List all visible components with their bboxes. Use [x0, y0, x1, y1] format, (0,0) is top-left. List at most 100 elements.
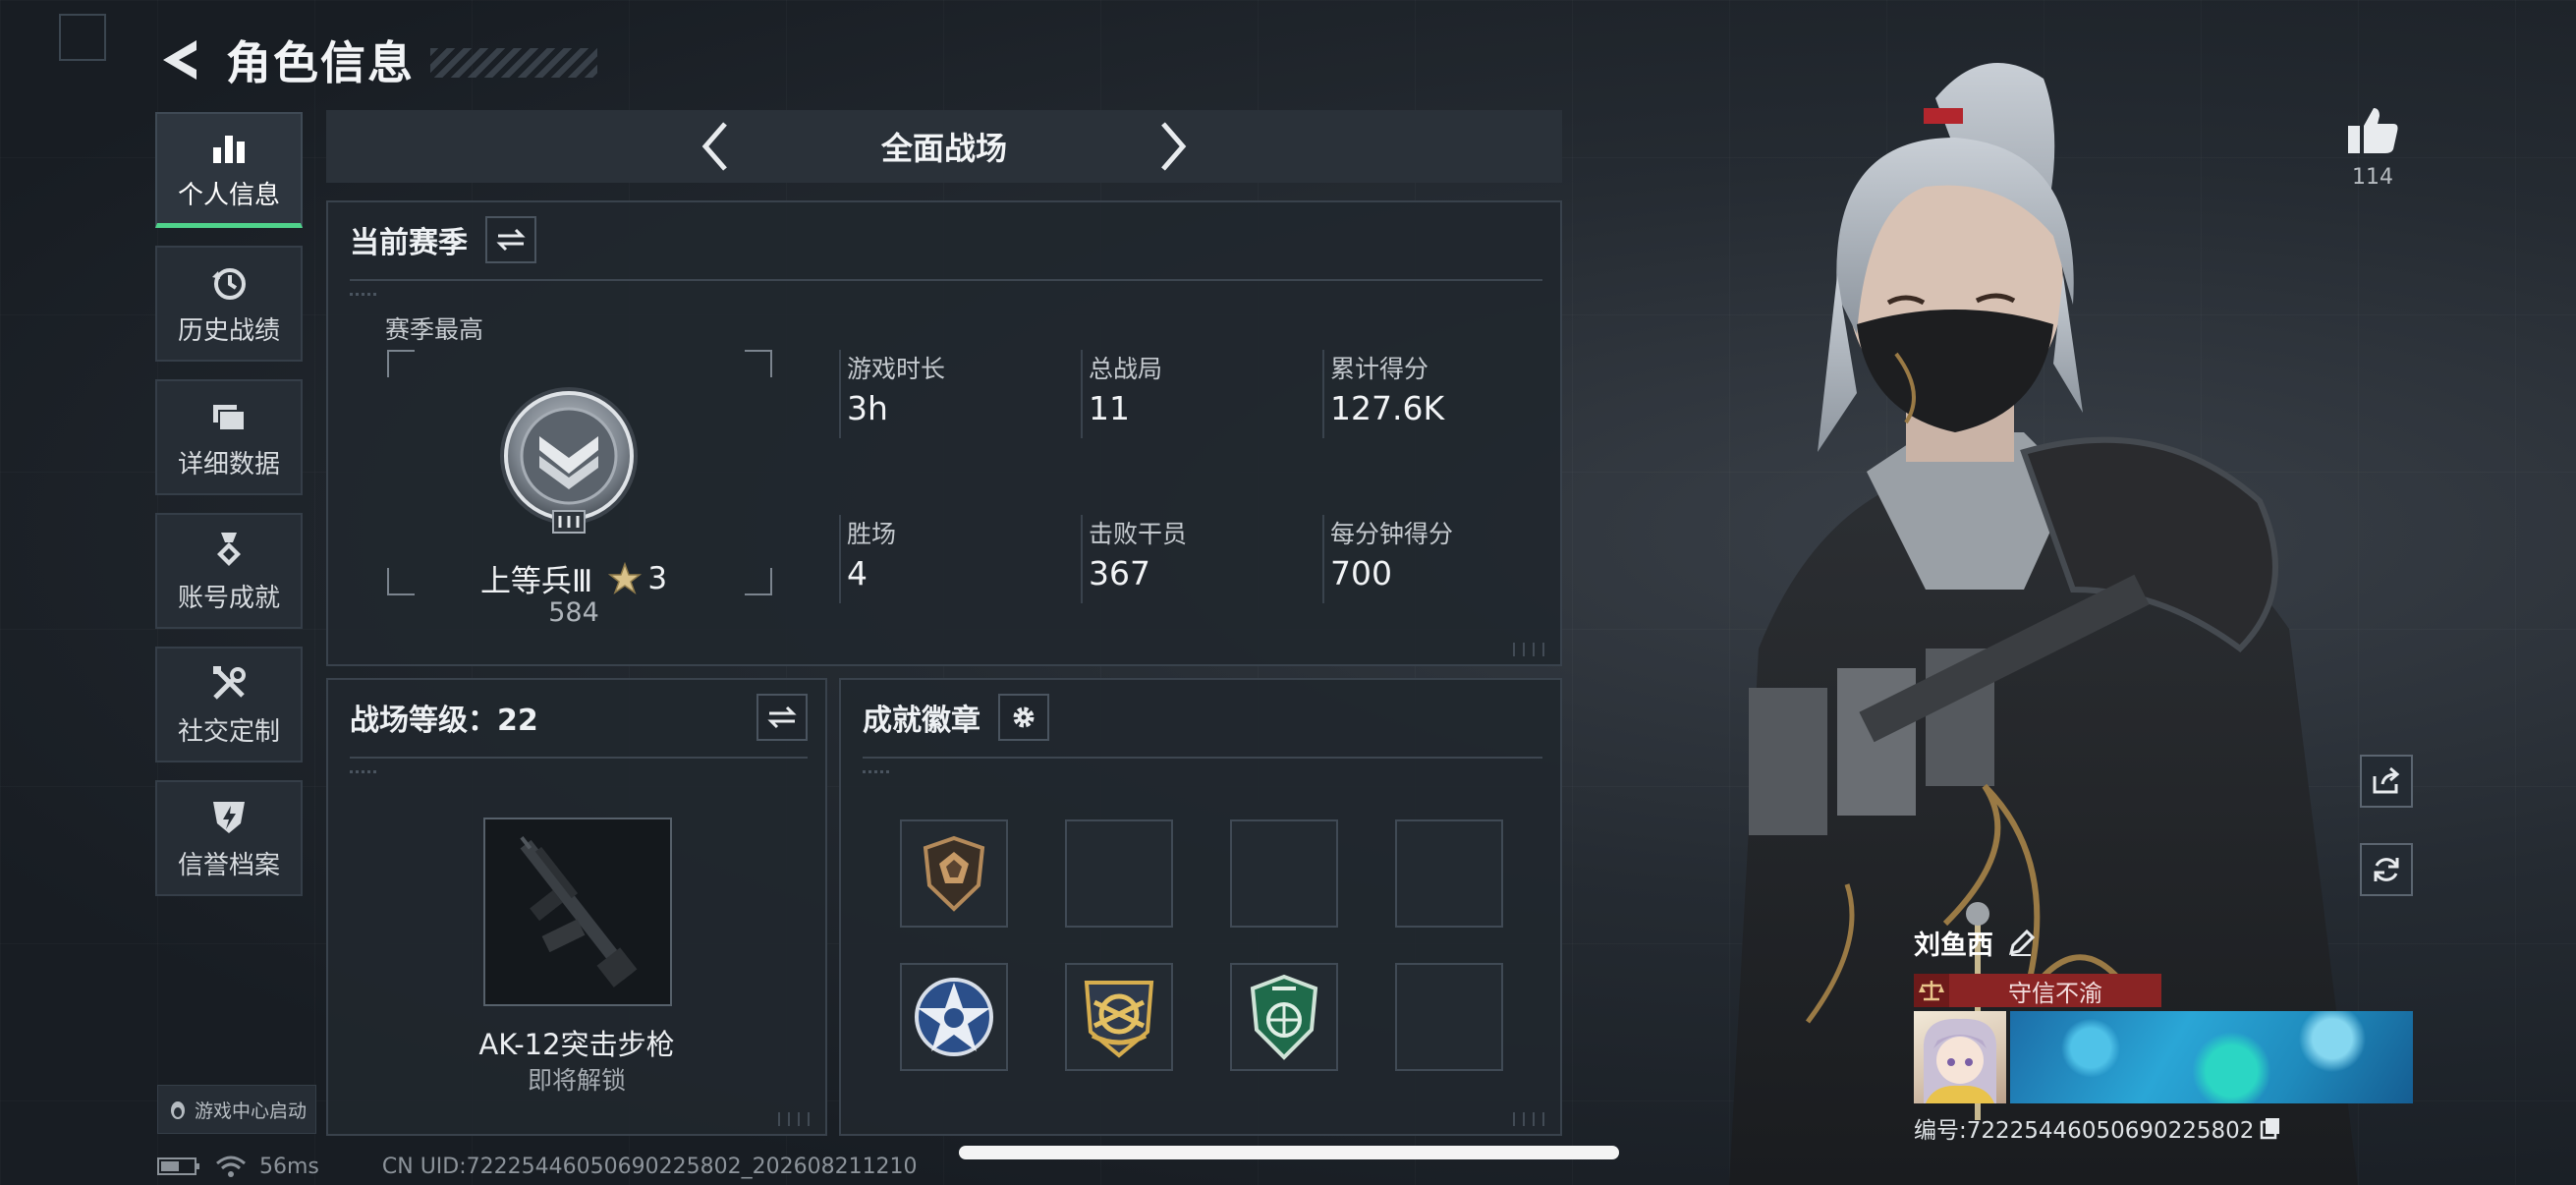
- nav-item-personal-info[interactable]: 个人信息: [155, 112, 303, 228]
- avatar[interactable]: [1914, 1011, 2006, 1103]
- player-name: 刘鱼西: [1914, 931, 1993, 961]
- badge-slot-empty[interactable]: [1065, 819, 1173, 928]
- player-id: 编号:72225446050690225802: [1914, 1118, 2255, 1144]
- nav-item-details[interactable]: 详细数据: [155, 379, 303, 495]
- season-title: 当前赛季: [350, 226, 468, 260]
- chevron-left-icon: [701, 122, 727, 171]
- rank-name: 上等兵Ⅲ: [479, 564, 593, 599]
- stat-value: 4: [847, 554, 868, 592]
- folder-icon: [207, 395, 251, 438]
- page-header: 角色信息: [157, 28, 597, 92]
- share-button[interactable]: [2360, 755, 2413, 808]
- season-panel-header: 当前赛季: [350, 216, 536, 263]
- battery-icon: [157, 1157, 199, 1175]
- honor-title-badge: 守信不渝: [1914, 974, 2161, 1007]
- rank-name-row: 上等兵Ⅲ 3: [426, 556, 721, 600]
- history-icon: [207, 261, 251, 305]
- swap-icon: [767, 705, 797, 729]
- badges-settings-button[interactable]: [998, 694, 1049, 741]
- rifle-icon: [520, 836, 638, 988]
- gear-icon: [1013, 706, 1035, 728]
- stat-value: 3h: [847, 389, 888, 427]
- badge-slot[interactable]: [1230, 963, 1338, 1071]
- badges-panel-header: 成就徽章: [863, 694, 1049, 741]
- header-divider: [350, 757, 808, 773]
- nav-item-social-custom[interactable]: 社交定制: [155, 647, 303, 762]
- edit-pencil-icon[interactable]: [2007, 929, 2035, 957]
- gold-emblem-badge-icon: [1084, 981, 1154, 1058]
- player-name-row: 刘鱼西: [1914, 924, 2415, 962]
- weapon-status: 即将解锁: [527, 1066, 626, 1095]
- scale-icon: [1914, 974, 1949, 1007]
- achievement-badges-panel: 成就徽章: [839, 678, 1562, 1136]
- title-decoration: [430, 48, 597, 78]
- weapon-preview[interactable]: [483, 818, 672, 1006]
- stat-divider: [1322, 350, 1324, 438]
- stat-label: 累计得分: [1330, 355, 1429, 383]
- header-divider: [863, 757, 1542, 773]
- like-button[interactable]: 114: [2338, 106, 2407, 190]
- penguin-icon: [170, 1101, 185, 1119]
- stat-label: 总战局: [1089, 355, 1163, 383]
- level-title: 战场等级：22: [350, 704, 538, 738]
- weapon-name: AK-12突击步枪: [478, 1028, 675, 1061]
- stat-label: 游戏时长: [847, 355, 946, 383]
- bar-chart-icon: [207, 126, 251, 169]
- nav-item-achievements[interactable]: 账号成就: [155, 513, 303, 629]
- badge-slot-empty[interactable]: [1395, 963, 1503, 1071]
- page-title: 角色信息: [226, 36, 415, 89]
- nav-item-history[interactable]: 历史战绩: [155, 246, 303, 362]
- stat-value: 11: [1089, 389, 1130, 427]
- tools-icon: [207, 662, 251, 705]
- green-shield-badge-icon: [1250, 974, 1318, 1060]
- nav-item-credit-record[interactable]: 信誉档案: [155, 780, 303, 896]
- badge-slot[interactable]: [1065, 963, 1173, 1071]
- game-center-button[interactable]: 游戏中心启动: [157, 1085, 316, 1134]
- medal-icon: [207, 529, 251, 572]
- rank-score: 584: [548, 597, 599, 628]
- level-panel-header: 战场等级：22: [350, 694, 808, 741]
- season-switch-button[interactable]: [485, 216, 536, 263]
- home-indicator[interactable]: [959, 1146, 1619, 1159]
- stat-label: 击败干员: [1089, 520, 1188, 548]
- badge-slot[interactable]: [900, 819, 1008, 928]
- copy-icon[interactable]: [2260, 1116, 2281, 1140]
- player-id-row: 编号:72225446050690225802: [1914, 1111, 2415, 1145]
- profile-banner[interactable]: [1914, 1011, 2415, 1103]
- ping-value: 56ms: [259, 1154, 319, 1179]
- header-divider: [350, 279, 1542, 296]
- stat-divider: [839, 515, 841, 603]
- nav-item-label: 详细数据: [177, 449, 280, 480]
- corner-decoration: [59, 14, 106, 61]
- game-center-label: 游戏中心启动: [194, 1100, 307, 1122]
- like-count: 114: [2352, 165, 2393, 190]
- nav-item-label: 社交定制: [177, 716, 280, 747]
- badge-slot-empty[interactable]: [1230, 819, 1338, 928]
- corner-marks: [1513, 1112, 1552, 1126]
- back-button[interactable]: [157, 34, 200, 85]
- stat-divider: [1322, 515, 1324, 603]
- stat-value: 367: [1089, 554, 1150, 592]
- credit-shield-icon: [207, 796, 251, 839]
- stat-value: 700: [1330, 554, 1392, 592]
- badge-slot-empty[interactable]: [1395, 819, 1503, 928]
- chevron-right-icon: [1161, 122, 1187, 171]
- season-panel: 当前赛季 赛季最高 上等兵Ⅲ 3 584 游戏时长 3h 总战局 11 累计得分…: [326, 200, 1562, 666]
- corner-marks: [778, 1112, 817, 1126]
- rank-badge-icon: [500, 387, 638, 534]
- refresh-button[interactable]: [2360, 843, 2413, 896]
- share-icon: [2373, 766, 2400, 794]
- nav-item-label: 信誉档案: [177, 850, 280, 880]
- level-switch-button[interactable]: [756, 694, 808, 741]
- stat-value: 127.6K: [1330, 389, 1445, 427]
- nav-item-label: 个人信息: [177, 181, 280, 210]
- prev-mode-button[interactable]: [685, 117, 744, 176]
- next-mode-button[interactable]: [1145, 117, 1204, 176]
- bronze-shield-badge-icon: [923, 835, 985, 912]
- badge-slot[interactable]: [900, 963, 1008, 1071]
- side-nav: 个人信息 历史战绩 详细数据 账号成就 社交定制 信誉档案: [155, 112, 305, 914]
- refresh-icon: [2374, 858, 2399, 881]
- stat-divider: [1081, 515, 1083, 603]
- stat-label: 每分钟得分: [1330, 520, 1454, 548]
- wifi-icon: [216, 1156, 246, 1177]
